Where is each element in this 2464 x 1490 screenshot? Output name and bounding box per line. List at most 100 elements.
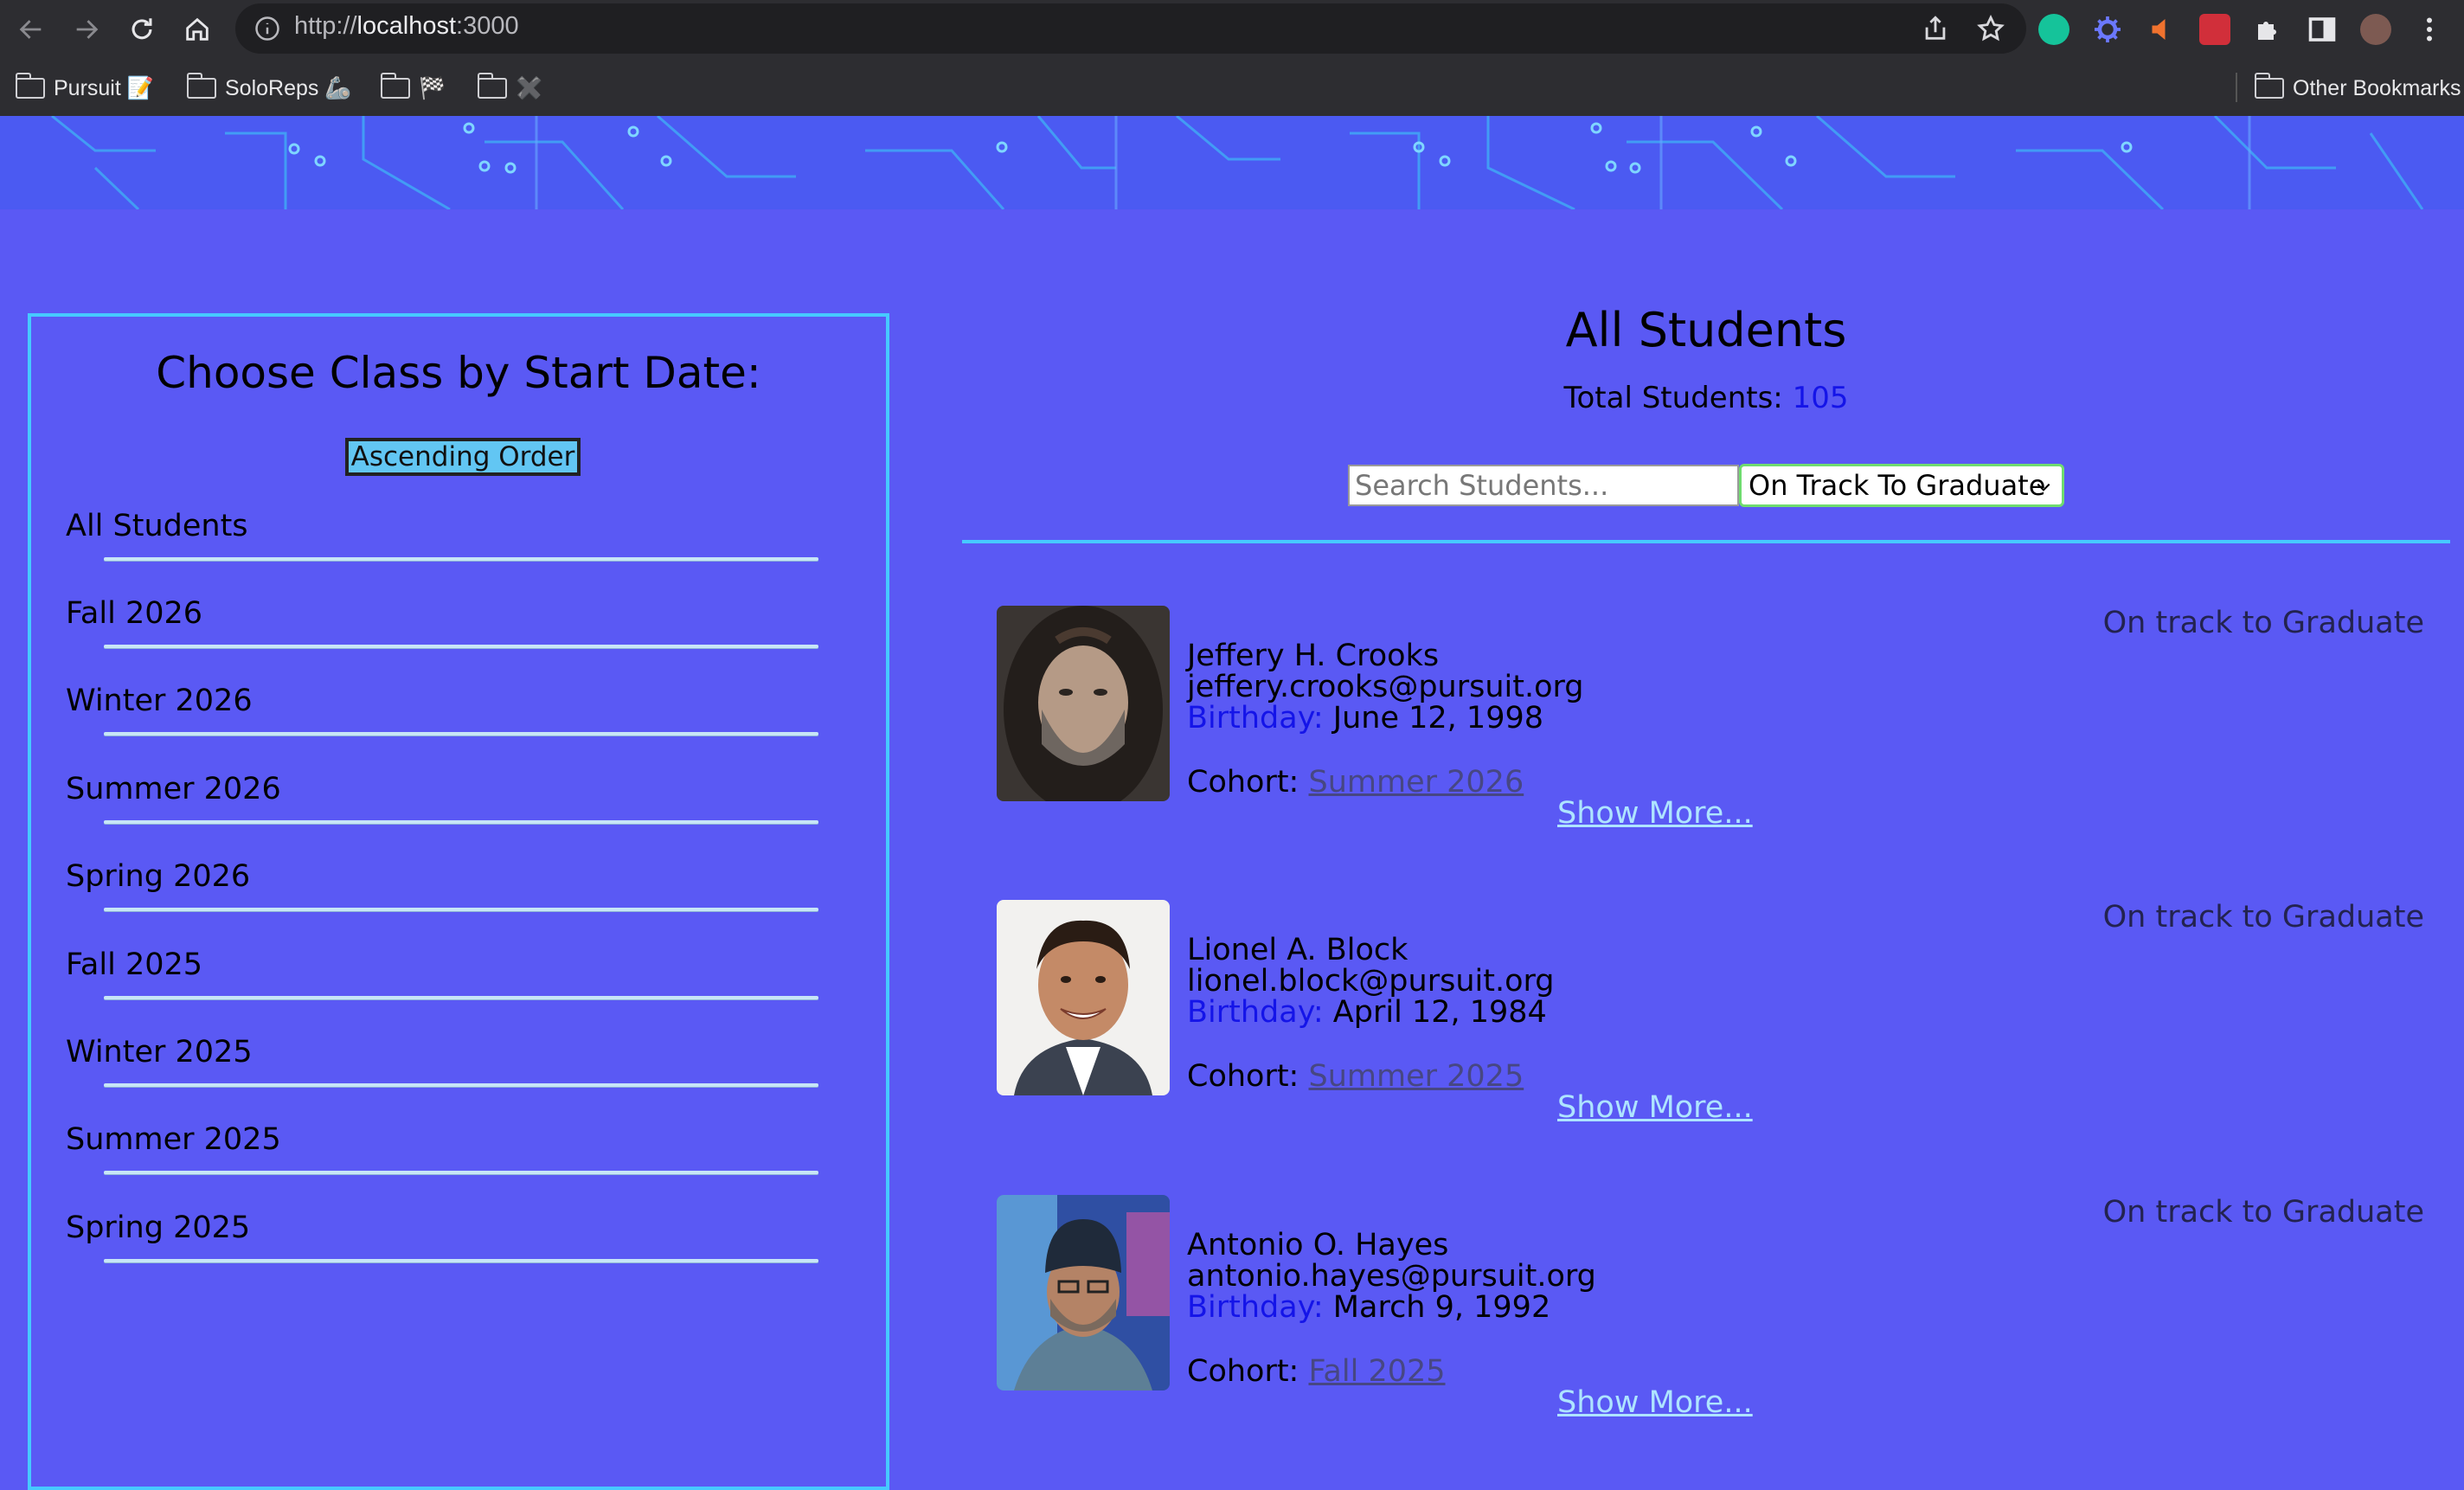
class-item-divider xyxy=(104,645,818,648)
bookmarks-bar: Pursuit 📝 SoloReps 🦾 🏁 ✖️ Other Bookmark… xyxy=(0,69,2464,107)
cohort-link[interactable]: Summer 2026 xyxy=(1309,765,1524,800)
list-divider xyxy=(962,540,2450,543)
class-item-divider xyxy=(104,732,818,735)
menu-dots-icon[interactable] xyxy=(2414,14,2445,45)
class-item-divider xyxy=(104,908,818,911)
extension-gear-icon[interactable] xyxy=(2092,14,2123,45)
site-info-icon[interactable] xyxy=(254,16,280,42)
class-item-divider xyxy=(104,820,818,824)
bookmark-star-icon[interactable] xyxy=(1976,14,2005,43)
cohort-label: Cohort: xyxy=(1187,1059,1299,1094)
class-item-label: Fall 2026 xyxy=(66,596,203,631)
bookmark-folder-flag[interactable]: 🏁 xyxy=(380,69,446,107)
birthday-label: Birthday: xyxy=(1187,995,1324,1030)
class-item-label: Fall 2025 xyxy=(66,947,203,982)
cohort-link[interactable]: Fall 2025 xyxy=(1309,1354,1446,1389)
extension-red-icon[interactable] xyxy=(2199,14,2230,45)
class-item-winter-2025[interactable]: Winter 2025 xyxy=(66,1035,844,1095)
student-email: antonio.hayes@pursuit.org xyxy=(1187,1259,1596,1294)
address-bar[interactable]: http://localhost:3000 xyxy=(235,3,2026,54)
class-item-spring-2025[interactable]: Spring 2025 xyxy=(66,1211,844,1271)
total-students: Total Students: 105 xyxy=(962,381,2450,415)
class-item-label: Spring 2025 xyxy=(66,1211,251,1245)
class-item-summer-2026[interactable]: Summer 2026 xyxy=(66,772,844,832)
folder-icon xyxy=(380,73,410,99)
graduation-filter-select[interactable]: On Track To Graduate xyxy=(1739,464,2064,507)
class-item-fall-2026[interactable]: Fall 2026 xyxy=(66,596,844,657)
bookmark-label: ✖️ xyxy=(516,75,543,100)
bookmark-folder-soloreps[interactable]: SoloReps 🦾 xyxy=(186,69,352,107)
other-bookmarks-label: Other Bookmarks xyxy=(2293,75,2461,100)
birthday-label: Birthday: xyxy=(1187,701,1324,735)
class-item-divider xyxy=(104,996,818,999)
birthday-value: April 12, 1984 xyxy=(1332,995,1547,1030)
forward-icon[interactable] xyxy=(67,10,106,48)
class-item-divider xyxy=(104,1259,818,1262)
class-item-fall-2025[interactable]: Fall 2025 xyxy=(66,947,844,1008)
cohort-label: Cohort: xyxy=(1187,765,1299,800)
cohort-link[interactable]: Summer 2025 xyxy=(1309,1059,1524,1094)
class-item-label: Summer 2026 xyxy=(66,772,281,806)
profile-avatar-icon[interactable] xyxy=(2360,14,2391,45)
grammarly-icon[interactable] xyxy=(2038,14,2069,45)
class-item-label: All Students xyxy=(66,509,248,543)
other-bookmarks[interactable]: Other Bookmarks xyxy=(2254,69,2461,107)
class-item-winter-2026[interactable]: Winter 2026 xyxy=(66,684,844,744)
student-birthday: Birthday: April 12, 1984 xyxy=(1187,995,1547,1030)
bookmark-label: Pursuit 📝 xyxy=(54,75,154,100)
extension-speaker-icon[interactable] xyxy=(2146,14,2177,45)
bookmark-label: 🏁 xyxy=(419,75,446,100)
student-birthday: Birthday: June 12, 1998 xyxy=(1187,701,1543,735)
class-item-spring-2026[interactable]: Spring 2026 xyxy=(66,859,844,920)
url-text[interactable]: http://localhost:3000 xyxy=(294,12,519,41)
share-icon[interactable] xyxy=(1921,14,1950,43)
class-item-label: Winter 2026 xyxy=(66,684,253,718)
ascending-order-button[interactable]: Ascending Order xyxy=(345,438,581,476)
birthday-value: June 12, 1998 xyxy=(1332,701,1544,735)
student-email: jeffery.crooks@pursuit.org xyxy=(1187,670,1584,704)
student-name: Lionel A. Block xyxy=(1187,933,1408,967)
class-item-summer-2025[interactable]: Summer 2025 xyxy=(66,1122,844,1183)
bookmark-label: SoloReps 🦾 xyxy=(225,75,352,100)
bookmark-folder-x[interactable]: ✖️ xyxy=(477,69,543,107)
student-card: Antonio O. Hayes antonio.hayes@pursuit.o… xyxy=(997,1195,2424,1455)
side-panel-icon[interactable] xyxy=(2307,14,2338,45)
class-item-label: Summer 2025 xyxy=(66,1122,281,1157)
class-item-all-students[interactable]: All Students xyxy=(66,509,844,569)
class-item-divider xyxy=(104,557,818,561)
birthday-value: March 9, 1992 xyxy=(1332,1290,1551,1325)
folder-icon xyxy=(2254,73,2284,99)
folder-icon xyxy=(477,73,507,99)
circuit-banner xyxy=(0,116,2464,209)
page-title: All Students xyxy=(1565,303,1847,357)
bookmark-folder-pursuit[interactable]: Pursuit 📝 xyxy=(15,69,154,107)
student-name: Antonio O. Hayes xyxy=(1187,1228,1449,1262)
total-students-count: 105 xyxy=(1792,381,1849,415)
student-photo xyxy=(997,1195,1170,1390)
home-icon[interactable] xyxy=(178,10,216,48)
show-more-link[interactable]: Show More... xyxy=(1557,1090,1753,1125)
class-filter-panel: Choose Class by Start Date: Ascending Or… xyxy=(28,313,889,1490)
reload-icon[interactable] xyxy=(123,10,161,48)
chevron-down-icon xyxy=(2037,483,2050,491)
graduation-status: On track to Graduate xyxy=(2102,606,2424,640)
browser-chrome: http://localhost:3000 Pursuit 📝 SoloReps… xyxy=(0,0,2464,116)
show-more-link[interactable]: Show More... xyxy=(1557,1385,1753,1420)
class-item-divider xyxy=(104,1171,818,1174)
folder-icon xyxy=(186,73,216,99)
birthday-label: Birthday: xyxy=(1187,1290,1324,1325)
student-photo xyxy=(997,606,1170,801)
show-more-link[interactable]: Show More... xyxy=(1557,796,1753,831)
search-input[interactable] xyxy=(1348,465,1739,506)
back-icon[interactable] xyxy=(12,10,50,48)
class-item-divider xyxy=(104,1083,818,1087)
student-email: lionel.block@pursuit.org xyxy=(1187,964,1555,999)
folder-icon xyxy=(15,73,45,99)
student-cohort: Cohort: Summer 2026 xyxy=(1187,765,1524,800)
filter-selected-value: On Track To Graduate xyxy=(1749,469,2046,502)
extensions-puzzle-icon[interactable] xyxy=(2253,14,2284,45)
student-card: Lionel A. Block lionel.block@pursuit.org… xyxy=(997,900,2424,1159)
student-name: Jeffery H. Crooks xyxy=(1187,639,1440,673)
class-item-label: Winter 2025 xyxy=(66,1035,253,1069)
student-photo xyxy=(997,900,1170,1095)
